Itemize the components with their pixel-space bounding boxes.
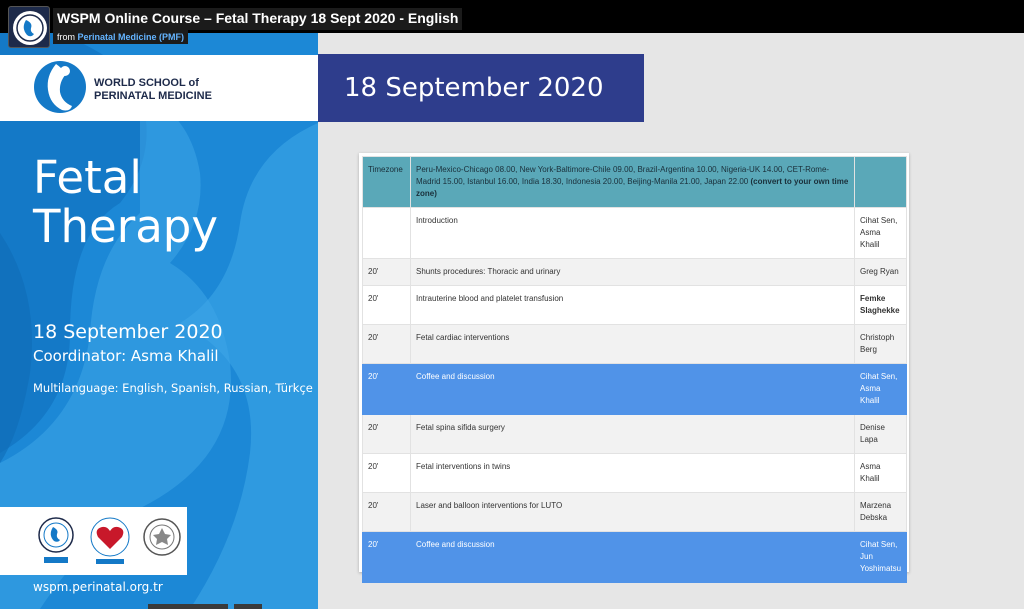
world-association-heart-logo-icon: [90, 517, 130, 564]
video-title[interactable]: WSPM Online Course – Fetal Therapy 18 Se…: [53, 8, 463, 30]
poster-url: wspm.perinatal.org.tr: [33, 580, 163, 594]
course-title: Fetal Therapy: [33, 153, 218, 251]
university-seal-logo-icon: [143, 518, 181, 556]
row-topic: Laser and balloon interventions for LUTO: [410, 492, 855, 532]
player-controls[interactable]: [148, 604, 228, 609]
row-speaker: Cihat Sen, Asma Khalil: [854, 363, 907, 415]
row-duration: 20': [362, 531, 411, 583]
row-topic: Fetal spina sifida surgery: [410, 414, 855, 454]
table-row-break: 20' Coffee and discussion Cihat Sen, Asm…: [362, 363, 907, 415]
course-title-line-1: Fetal: [33, 151, 142, 204]
wspm-emblem-icon: [34, 61, 86, 113]
date-banner: 18 September 2020: [318, 54, 644, 122]
row-speaker: Cihat Sen, Asma Khalil: [854, 207, 907, 259]
row-topic: Coffee and discussion: [410, 363, 855, 415]
source-prefix: from: [57, 32, 75, 42]
table-row: 20' Intrauterine blood and platelet tran…: [362, 285, 907, 325]
banner-date: 18 September 2020: [344, 73, 604, 103]
row-duration: 20': [362, 414, 411, 454]
course-poster: WORLD SCHOOL of PERINATAL MEDICINE Fetal…: [0, 33, 318, 609]
schedule-panel: Timezone Peru-Mexico-Chicago 08.00, New …: [359, 153, 909, 583]
channel-avatar[interactable]: [8, 6, 50, 48]
row-topic: Fetal interventions in twins: [410, 453, 855, 493]
row-duration: [362, 207, 411, 259]
row-topic: Coffee and discussion: [410, 531, 855, 583]
table-row: 20' Fetal cardiac interventions Christop…: [362, 324, 907, 364]
course-title-line-2: Therapy: [33, 200, 218, 253]
perinatal-foundation-logo-icon: [38, 517, 74, 563]
table-row: 20' Fetal spina sifida surgery Denise La…: [362, 414, 907, 454]
poster-coordinator: Coordinator: Asma Khalil: [33, 347, 219, 365]
table-row: Introduction Cihat Sen, Asma Khalil: [362, 207, 907, 259]
row-duration: 20': [362, 258, 411, 286]
row-duration: 20': [362, 492, 411, 532]
timezone-empty-cell: [854, 156, 907, 208]
row-duration: 20': [362, 324, 411, 364]
table-row: 20' Laser and balloon interventions for …: [362, 492, 907, 532]
row-speaker: Greg Ryan: [854, 258, 907, 286]
timezone-label: Timezone: [362, 156, 411, 208]
poster-languages: Multilanguage: English, Spanish, Russian…: [33, 381, 313, 395]
poster-date: 18 September 2020: [33, 321, 223, 343]
channel-logo-icon: [13, 11, 47, 45]
row-speaker: Asma Khalil: [854, 453, 907, 493]
schedule-header-row: Timezone Peru-Mexico-Chicago 08.00, New …: [362, 156, 907, 208]
row-topic: Introduction: [410, 207, 855, 259]
schedule-table: Timezone Peru-Mexico-Chicago 08.00, New …: [362, 156, 907, 583]
row-speaker: Femke Slaghekke: [854, 285, 907, 325]
org-line-2: PERINATAL MEDICINE: [94, 90, 212, 102]
row-speaker: Cihat Sen, Jun Yoshimatsu: [854, 531, 907, 583]
row-topic: Intrauterine blood and platelet transfus…: [410, 285, 855, 325]
row-duration: 20': [362, 453, 411, 493]
wspm-wordmark: WORLD SCHOOL of PERINATAL MEDICINE: [94, 77, 212, 103]
player-control-button[interactable]: [234, 604, 262, 609]
video-source: from Perinatal Medicine (PMF): [53, 30, 189, 44]
row-topic: Shunts procedures: Thoracic and urinary: [410, 258, 855, 286]
source-channel-link[interactable]: Perinatal Medicine (PMF): [78, 32, 185, 42]
row-duration: 20': [362, 285, 411, 325]
table-row-break: 20' Coffee and discussion Cihat Sen, Jun…: [362, 531, 907, 583]
timezone-times: Peru-Mexico-Chicago 08.00, New York-Balt…: [410, 156, 855, 208]
row-speaker: Denise Lapa: [854, 414, 907, 454]
sponsor-logos: [0, 507, 187, 575]
wspm-logo-band: WORLD SCHOOL of PERINATAL MEDICINE: [0, 55, 318, 121]
org-line-1: WORLD SCHOOL of: [94, 77, 199, 89]
row-speaker: Marzena Debska: [854, 492, 907, 532]
row-topic: Fetal cardiac interventions: [410, 324, 855, 364]
table-row: 20' Fetal interventions in twins Asma Kh…: [362, 453, 907, 493]
row-duration: 20': [362, 363, 411, 415]
table-row: 20' Shunts procedures: Thoracic and urin…: [362, 258, 907, 286]
row-speaker: Christoph Berg: [854, 324, 907, 364]
